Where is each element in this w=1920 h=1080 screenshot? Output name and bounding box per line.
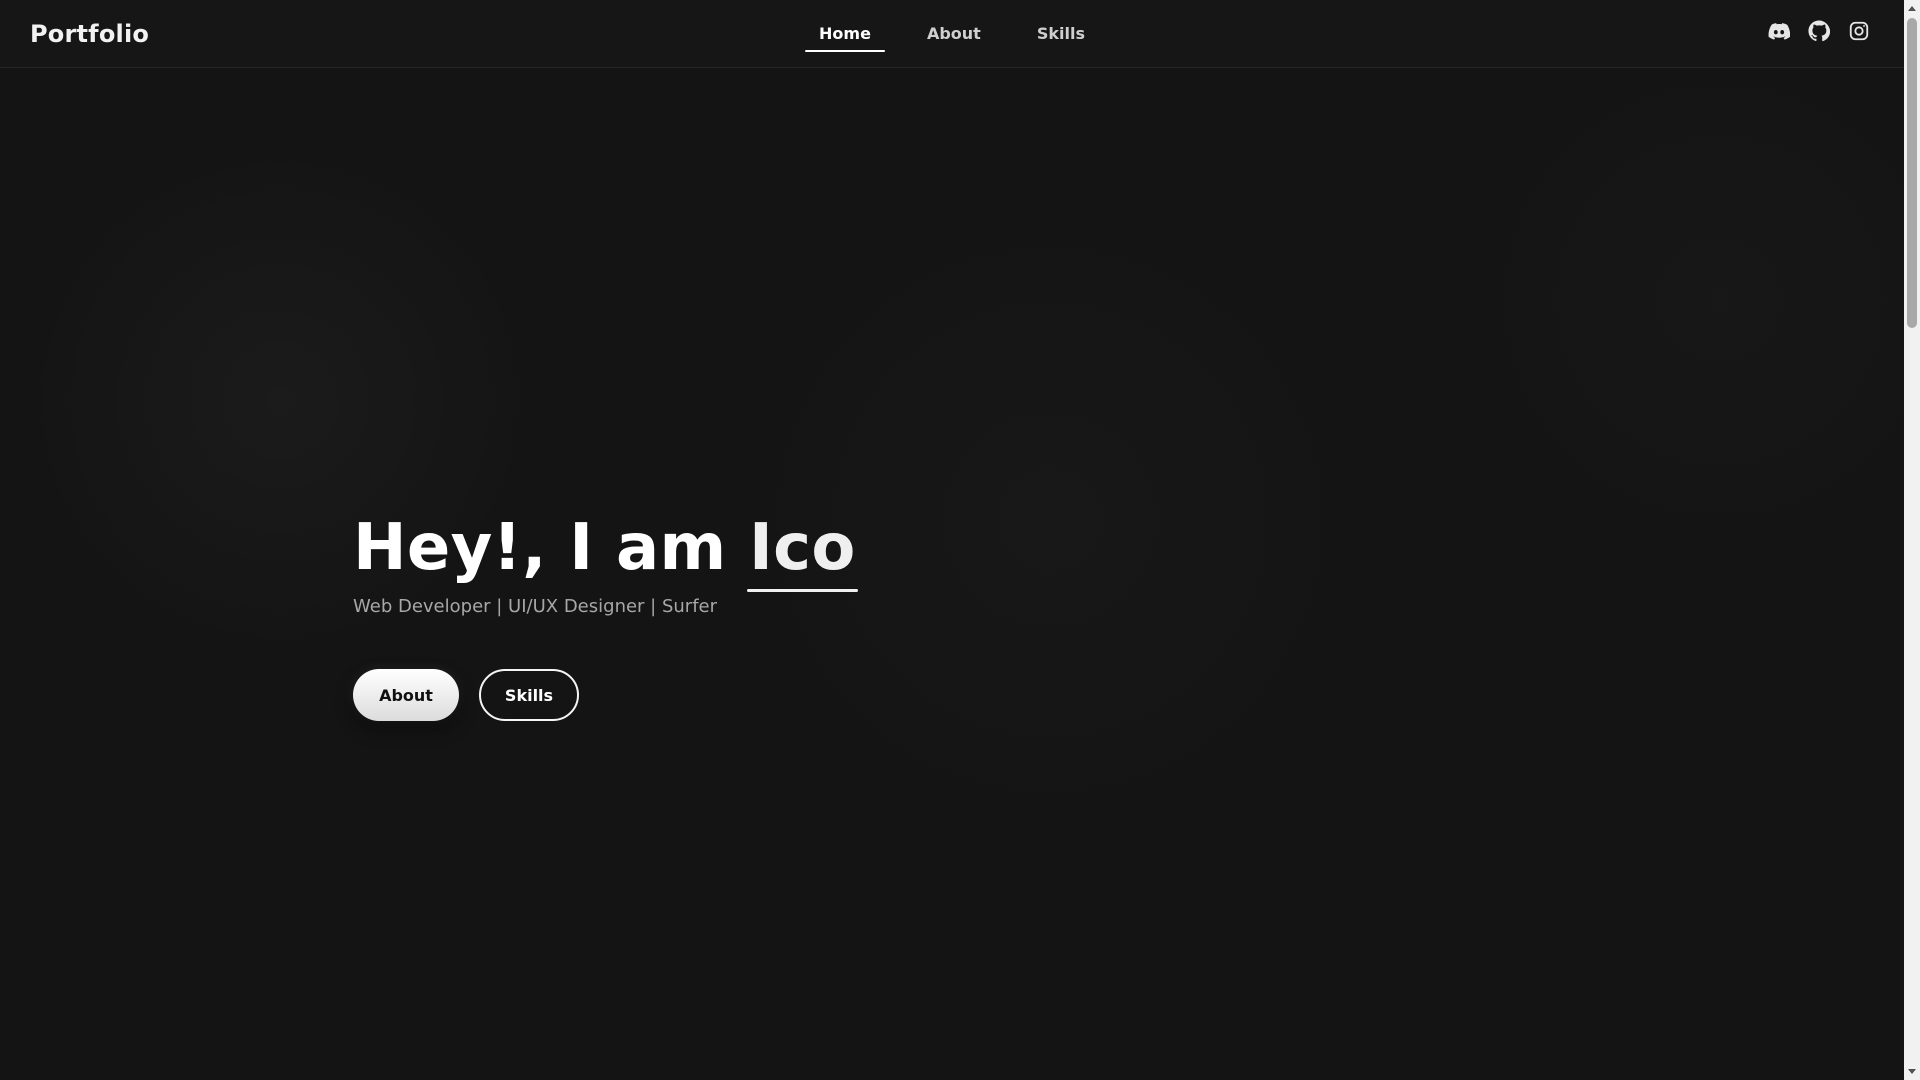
- hero-section: Hey!, I am Ico Web Developer | UI/UX Des…: [353, 510, 858, 721]
- instagram-icon[interactable]: [1848, 20, 1870, 42]
- hero-subtitle: Web Developer | UI/UX Designer | Surfer: [353, 596, 717, 617]
- discord-icon[interactable]: [1768, 20, 1790, 42]
- scroll-up-arrow-icon[interactable]: [1908, 6, 1916, 11]
- hero-title-prefix: Hey!, I am: [353, 511, 750, 585]
- hero-title: Hey!, I am Ico: [353, 510, 858, 592]
- scroll-down-arrow-icon[interactable]: [1908, 1069, 1916, 1074]
- nav-menu: Home About Skills: [805, 0, 1099, 68]
- scroll-thumb[interactable]: [1907, 18, 1917, 328]
- github-icon[interactable]: [1808, 20, 1830, 42]
- nav-item-about[interactable]: About: [913, 0, 995, 68]
- brand-logo[interactable]: Portfolio: [30, 20, 149, 48]
- hero-actions: About Skills: [353, 669, 856, 721]
- nav-item-skills[interactable]: Skills: [1023, 0, 1099, 68]
- navbar: Portfolio Home About Skills: [0, 0, 1904, 68]
- vertical-scrollbar[interactable]: [1904, 0, 1920, 1080]
- portfolio-page: Portfolio Home About Skills Hey!, I am I…: [0, 0, 1920, 1080]
- hero-name: Ico: [747, 511, 858, 592]
- social-links: [1768, 20, 1870, 42]
- nav-item-home[interactable]: Home: [805, 0, 885, 68]
- skills-button[interactable]: Skills: [479, 669, 579, 721]
- about-button[interactable]: About: [353, 669, 459, 721]
